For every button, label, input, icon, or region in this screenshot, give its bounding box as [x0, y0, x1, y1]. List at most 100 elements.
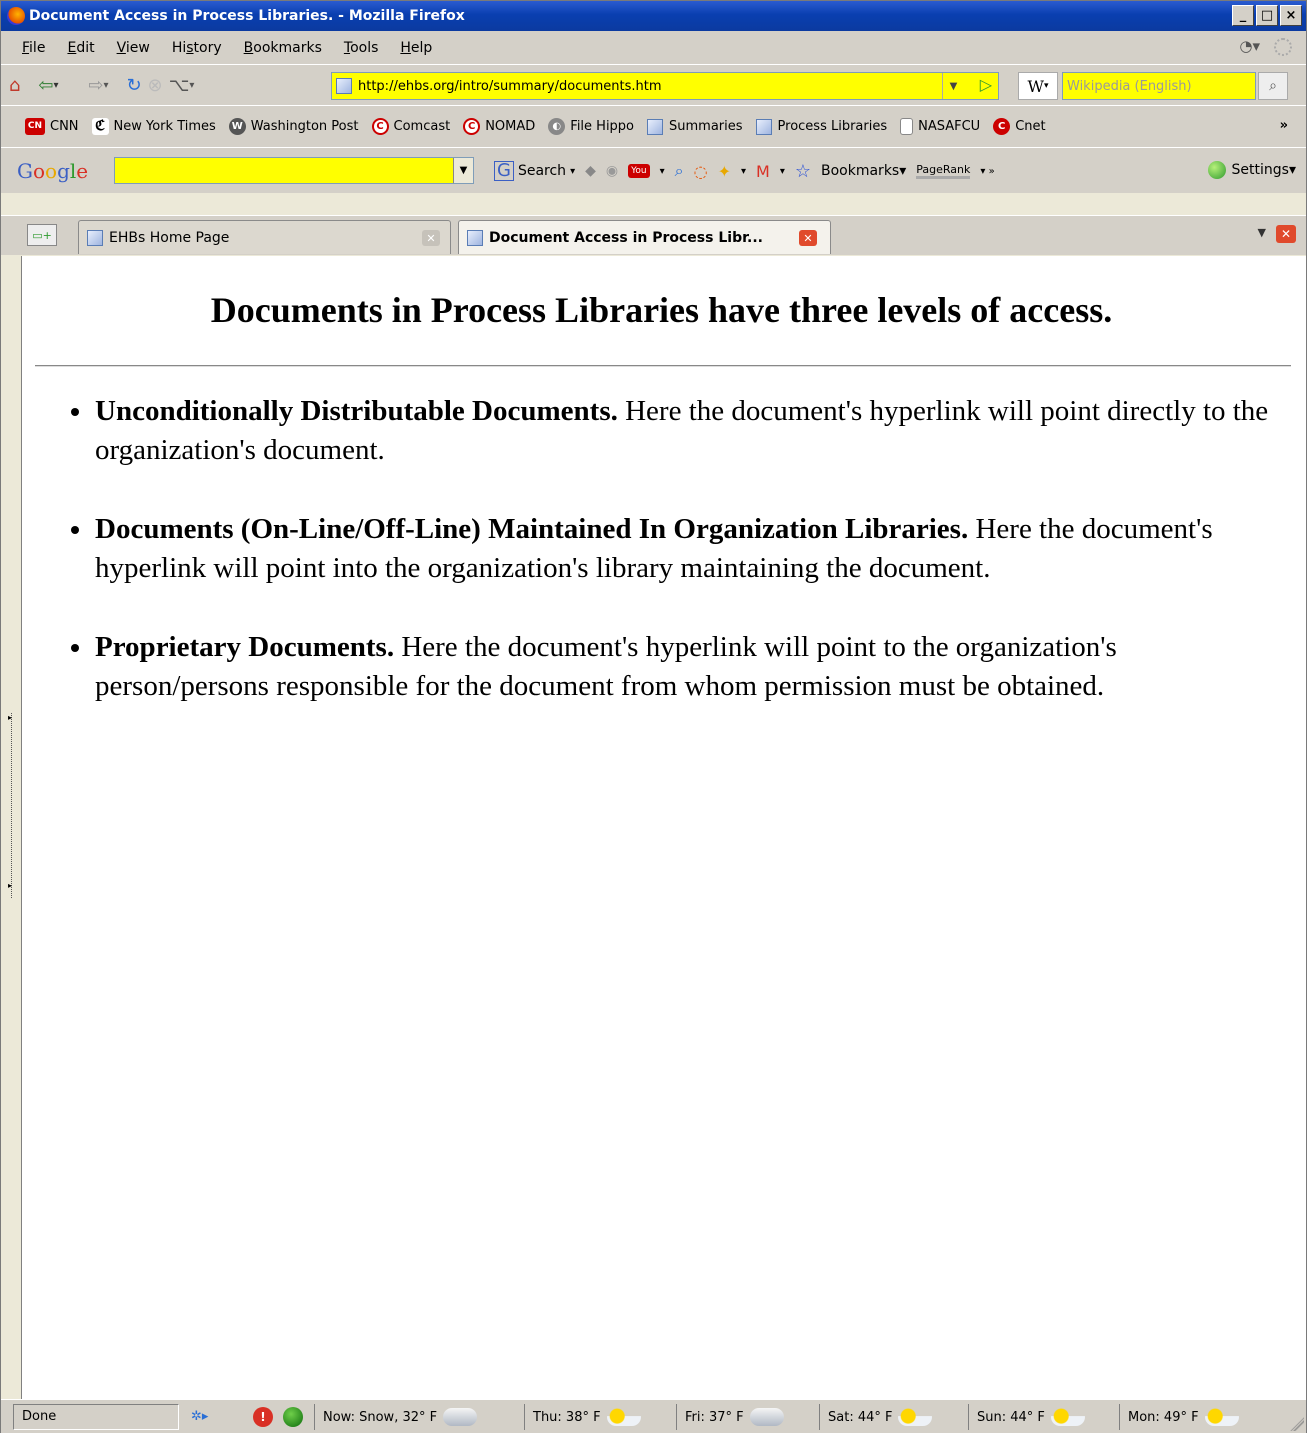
menu-tools[interactable]: Tools	[333, 40, 390, 56]
bookmark-cnet[interactable]: C Cnet	[993, 118, 1046, 135]
bookmarks-menu-button[interactable]: Bookmarks▾	[821, 163, 906, 179]
close-current-tab-icon[interactable]: ✕	[1276, 225, 1296, 243]
google-toolbar: Google ▼ G Search ▾ ◆ ◉ You ▾ ⌕ ◌ ✦ ▾ M ▾ ☆ B…	[1, 147, 1306, 193]
weather-mon[interactable]: Mon: 49° F	[1119, 1404, 1239, 1430]
bookmark-comcast[interactable]: C Comcast	[371, 118, 450, 135]
menu-history[interactable]: History	[161, 40, 233, 56]
weather-sat[interactable]: Sat: 44° F	[819, 1404, 933, 1430]
bookmark-file-hippo[interactable]: ◐ File Hippo	[548, 118, 634, 135]
bookmark-nasafcu[interactable]: NASAFCU	[900, 118, 980, 135]
back-button[interactable]: ⇦ ▾	[26, 72, 70, 98]
menu-view[interactable]: View	[106, 40, 161, 56]
weather-sun[interactable]: Sun: 44° F	[968, 1404, 1085, 1430]
menu-help[interactable]: Help	[389, 40, 443, 56]
gadget-icon[interactable]: ✦	[718, 162, 731, 181]
settings-button[interactable]: Settings ▾	[1207, 161, 1296, 179]
pagerank-indicator[interactable]: PageRank	[916, 163, 971, 179]
page-icon	[647, 118, 664, 135]
forward-button[interactable]: ⇨ ▾	[76, 72, 120, 98]
weather-label: Now: Snow, 32° F	[323, 1409, 438, 1425]
item-title: Unconditionally Distributable Documents.	[95, 395, 618, 427]
sidebar-splitter[interactable]: ▸ ▸	[8, 713, 15, 898]
weather-label: Mon: 49° F	[1128, 1409, 1199, 1425]
divider-icon: ◆	[585, 163, 596, 179]
activity-throbber-icon	[1274, 38, 1292, 56]
url-history-dropdown[interactable]: ▼	[942, 73, 964, 99]
gmail-icon[interactable]: M	[756, 162, 770, 181]
list-item: Proprietary Documents. Here the document…	[71, 628, 1295, 706]
bookmarks-menu-label: Bookmarks	[821, 163, 900, 179]
google-g-icon: G	[494, 161, 514, 181]
bookmark-label: Summaries	[669, 119, 743, 134]
page-content: Documents in Process Libraries have thre…	[21, 256, 1306, 1399]
new-tab-button[interactable]: ▭+	[27, 224, 57, 246]
bookmark-label: File Hippo	[570, 119, 635, 134]
tab-list-dropdown[interactable]: ▼	[1258, 226, 1266, 239]
google-search-dropdown[interactable]: ▼	[453, 158, 473, 183]
minimize-button[interactable]: _	[1232, 5, 1254, 26]
weather-fri[interactable]: Fri: 37° F	[676, 1404, 784, 1430]
menu-edit[interactable]: Edit	[56, 40, 105, 56]
close-window-button[interactable]: ×	[1280, 5, 1302, 26]
list-item: Documents (On-Line/Off-Line) Maintained …	[71, 510, 1295, 588]
bookmark-summaries[interactable]: Summaries	[647, 118, 743, 135]
search-magnifier-icon[interactable]: ⌕	[1258, 72, 1288, 100]
weather-label: Thu: 38° F	[533, 1409, 601, 1425]
partly-sunny-icon	[1050, 1408, 1085, 1426]
stop-icon[interactable]: ⊗	[148, 72, 163, 98]
popup-blocker-icon[interactable]: ◉	[606, 163, 618, 179]
bookmark-label: NASAFCU	[918, 119, 981, 134]
cnet-icon: C	[993, 118, 1011, 135]
url-bar[interactable]: http://ehbs.org/intro/summary/documents.…	[331, 72, 999, 100]
blank-page-icon	[900, 118, 914, 135]
snow-cloud-icon	[443, 1408, 478, 1426]
youtube-icon[interactable]: You	[628, 164, 650, 178]
bookmark-nomad[interactable]: C NOMAD	[463, 118, 535, 135]
horizontal-rule	[35, 365, 1291, 367]
tab-document-access[interactable]: Document Access in Process Libr... ✕	[458, 220, 831, 254]
page-icon	[755, 118, 772, 135]
search-engine-selector[interactable]: W ▾	[1018, 72, 1058, 100]
go-button[interactable]: ▷	[980, 75, 992, 94]
alert-icon[interactable]: !	[253, 1407, 273, 1427]
magnifier-icon[interactable]: ⌕	[675, 161, 684, 181]
home-icon[interactable]: ⌂	[9, 72, 20, 98]
addon-icon[interactable]: ✲▸	[191, 1409, 208, 1424]
tab-ehbs-home-page[interactable]: EHBs Home Page ✕	[78, 220, 451, 254]
access-levels-list: Unconditionally Distributable Documents.…	[71, 392, 1295, 746]
nomad-icon: C	[463, 118, 481, 135]
close-tab-icon[interactable]: ✕	[799, 230, 817, 246]
green-status-icon	[1207, 161, 1226, 179]
nyt-icon: ℭ	[91, 118, 109, 135]
navigation-toolbar: ⌂ ⇦ ▾ ⇨ ▾ ↻ ⊗ ⌥ ▾ http://ehbs.org/intro/sum…	[1, 64, 1306, 105]
reload-icon[interactable]: ↻	[126, 72, 141, 98]
resize-grip-icon[interactable]	[1290, 1417, 1304, 1431]
bookmark-new-york-times[interactable]: ℭ New York Times	[91, 118, 216, 135]
maximize-button[interactable]: □	[1256, 5, 1278, 26]
star-icon[interactable]: ☆	[795, 161, 811, 182]
bookmark-process-libraries[interactable]: Process Libraries	[755, 118, 887, 135]
weather-thu[interactable]: Thu: 38° F	[524, 1404, 641, 1430]
bookmark-washington-post[interactable]: W Washington Post	[228, 118, 359, 135]
bookmark-cnn[interactable]: CN CNN	[25, 118, 79, 135]
history-icon[interactable]: ⌥ ▾	[169, 72, 195, 98]
item-title: Documents (On-Line/Off-Line) Maintained …	[95, 513, 969, 545]
tab-label: Document Access in Process Libr...	[489, 229, 763, 246]
weather-now[interactable]: Now: Snow, 32° F	[314, 1404, 478, 1430]
google-search-input[interactable]: ▼	[114, 157, 474, 184]
profile-menu-icon[interactable]: ◔▾	[1239, 37, 1260, 55]
green-globe-icon[interactable]	[283, 1407, 303, 1427]
close-tab-icon[interactable]: ✕	[422, 230, 440, 246]
swirl-icon[interactable]: ◌	[694, 162, 708, 181]
menu-bookmarks[interactable]: Bookmarks	[233, 40, 333, 56]
list-item: Unconditionally Distributable Documents.…	[71, 392, 1295, 470]
settings-label: Settings	[1231, 162, 1289, 178]
bookmarks-overflow-button[interactable]: »	[1280, 118, 1288, 133]
menu-file[interactable]: File	[11, 40, 56, 56]
menu-bar: File Edit View History Bookmarks Tools H…	[1, 31, 1306, 64]
search-input[interactable]: Wikipedia (English)	[1062, 72, 1256, 100]
google-search-button[interactable]: G Search ▾	[494, 161, 575, 181]
google-logo[interactable]: Google	[17, 159, 88, 183]
url-text: http://ehbs.org/intro/summary/documents.…	[358, 78, 662, 94]
partly-sunny-icon	[898, 1408, 933, 1426]
